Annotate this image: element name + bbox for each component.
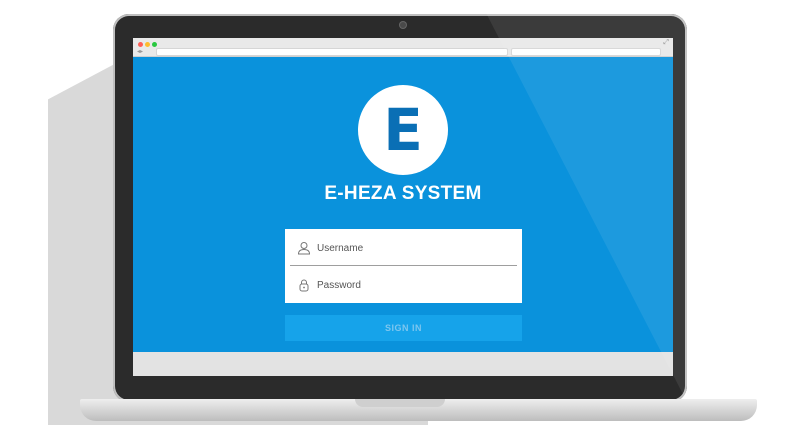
- browser-search-bar[interactable]: [511, 48, 661, 56]
- app-title: E-HEZA SYSTEM: [324, 183, 482, 204]
- user-icon: [297, 242, 311, 255]
- password-input[interactable]: [317, 276, 507, 294]
- expand-icon[interactable]: ⤢: [663, 39, 669, 47]
- back-forward-icon[interactable]: ◂▸: [137, 48, 143, 55]
- close-window-dot[interactable]: [138, 42, 143, 47]
- browser-toolbar: ◂▸ ⤢: [133, 38, 673, 57]
- lock-icon: [299, 279, 309, 292]
- logo-letter: E: [383, 96, 423, 164]
- screen: ◂▸ ⤢ E E-HEZA SYSTEM SIGN IN: [133, 38, 673, 376]
- address-bar[interactable]: [156, 48, 508, 56]
- webcam: [400, 22, 406, 28]
- laptop-notch: [355, 399, 445, 407]
- username-input[interactable]: [317, 239, 507, 257]
- minimize-window-dot[interactable]: [145, 42, 150, 47]
- username-field: [285, 229, 522, 266]
- screen-footer: [133, 352, 673, 376]
- app-logo: E: [358, 85, 448, 175]
- signin-button[interactable]: SIGN IN: [285, 315, 522, 341]
- login-form: [285, 229, 522, 303]
- maximize-window-dot[interactable]: [152, 42, 157, 47]
- password-field: [285, 266, 522, 303]
